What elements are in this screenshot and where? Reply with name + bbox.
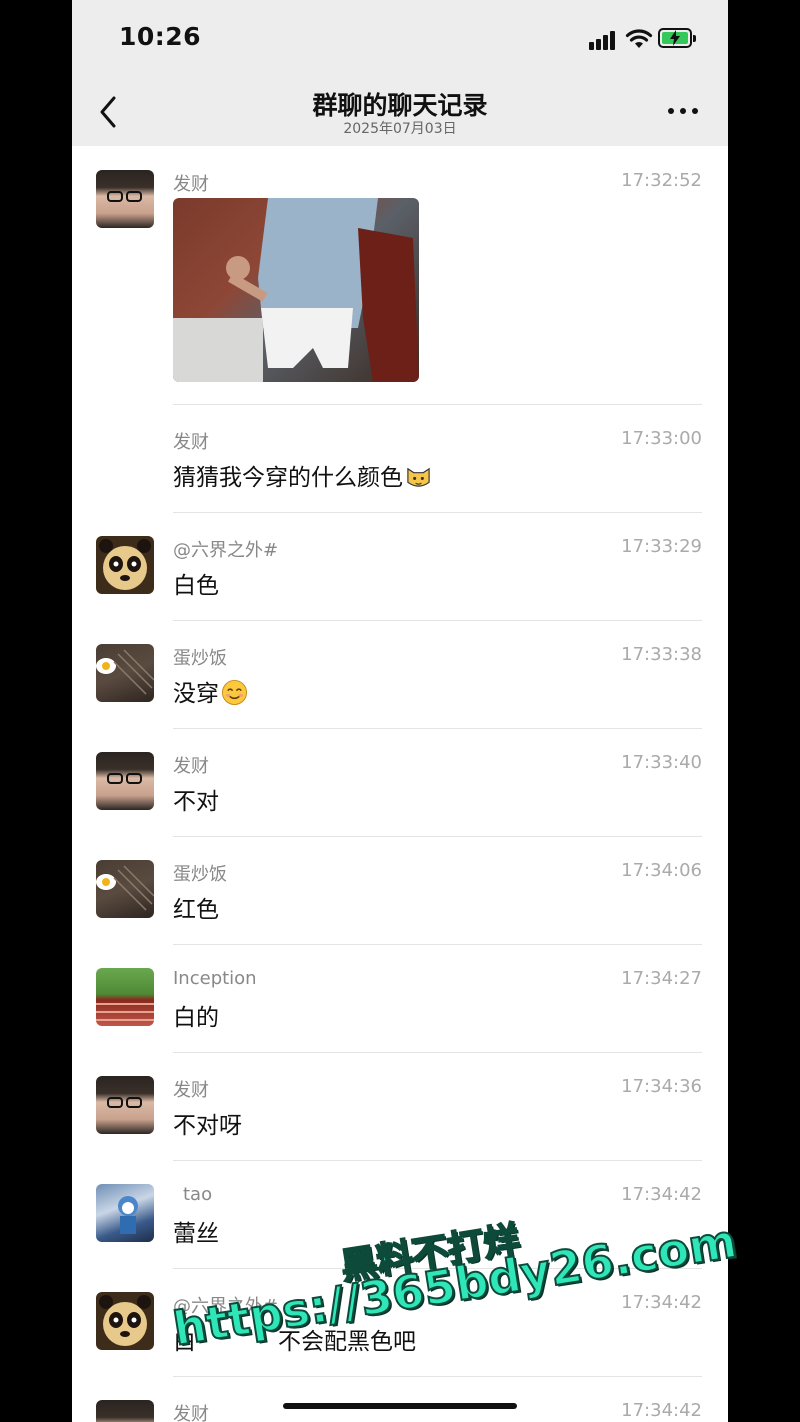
sender-name: 发财 <box>173 174 209 195</box>
message-time: 17:34:06 <box>621 860 702 881</box>
cat-emoji-icon <box>407 467 430 487</box>
message-time: 17:33:40 <box>621 752 702 773</box>
avatar[interactable] <box>96 1184 154 1242</box>
message-text: 没穿 <box>173 674 248 708</box>
message-time: 17:34:42 <box>621 1400 702 1421</box>
more-options-icon[interactable] <box>666 104 700 118</box>
avatar[interactable] <box>96 752 154 810</box>
battery-charging-icon <box>658 28 696 48</box>
message-text: 不对呀 <box>173 1113 242 1139</box>
status-time: 10:26 <box>119 22 202 51</box>
avatar[interactable] <box>96 644 154 702</box>
message-time: 17:34:36 <box>621 1076 702 1097</box>
avatar[interactable] <box>96 1400 154 1422</box>
avatar[interactable] <box>96 1292 154 1350</box>
message-time: 17:33:29 <box>621 536 702 557</box>
message-text: 不对 <box>173 789 219 815</box>
message-time: 17:34:42 <box>621 1184 702 1205</box>
page-subtitle-date: 2025年07月03日 <box>343 121 457 137</box>
sender-name: @六界之外# <box>173 540 279 561</box>
avatar[interactable] <box>96 968 154 1026</box>
sender-name: 发财 <box>173 1080 209 1101</box>
sender-name: 发财 <box>173 756 209 777</box>
message-time: 17:34:42 <box>621 1292 702 1313</box>
message-text: 白的 <box>173 1005 219 1031</box>
sender-name: 发财 <box>173 432 209 453</box>
message-text-content: 没穿 <box>173 681 219 707</box>
message-text: 蕾丝 <box>173 1221 219 1247</box>
message-text: 白色 <box>173 573 219 599</box>
avatar[interactable] <box>96 1076 154 1134</box>
message-text: 猜猜我今穿的什么颜色 <box>173 458 432 492</box>
message-text: 红色 <box>173 897 219 923</box>
status-bar: 10:26 <box>72 0 728 80</box>
avatar[interactable] <box>96 536 154 594</box>
sender-name: 蛋炒饭 <box>173 648 227 669</box>
nav-bar: 群聊的聊天记录 2025年07月03日 <box>72 80 728 146</box>
smile-emoji-icon <box>221 679 248 706</box>
message-time: 17:33:00 <box>621 428 702 449</box>
home-indicator[interactable] <box>283 1403 517 1409</box>
avatar[interactable] <box>96 170 154 228</box>
shared-photo[interactable] <box>173 198 419 382</box>
message-time: 17:34:27 <box>621 968 702 989</box>
avatar[interactable] <box>96 860 154 918</box>
wifi-icon <box>625 29 653 48</box>
message-time: 17:32:52 <box>621 170 702 191</box>
sender-name: Inception <box>173 968 257 989</box>
phone-screen: 10:26 群聊的聊天记录 2025年07月03日 发财 17:32:52 发财… <box>72 0 728 1422</box>
signal-icon <box>589 30 621 50</box>
sender-name: 发财 <box>173 1404 209 1422</box>
sender-name: 蛋炒饭 <box>173 864 227 885</box>
message-text-content: 猜猜我今穿的什么颜色 <box>173 465 403 491</box>
message-time: 17:33:38 <box>621 644 702 665</box>
page-title: 群聊的聊天记录 <box>312 91 488 120</box>
sender-name: tao <box>183 1184 213 1205</box>
